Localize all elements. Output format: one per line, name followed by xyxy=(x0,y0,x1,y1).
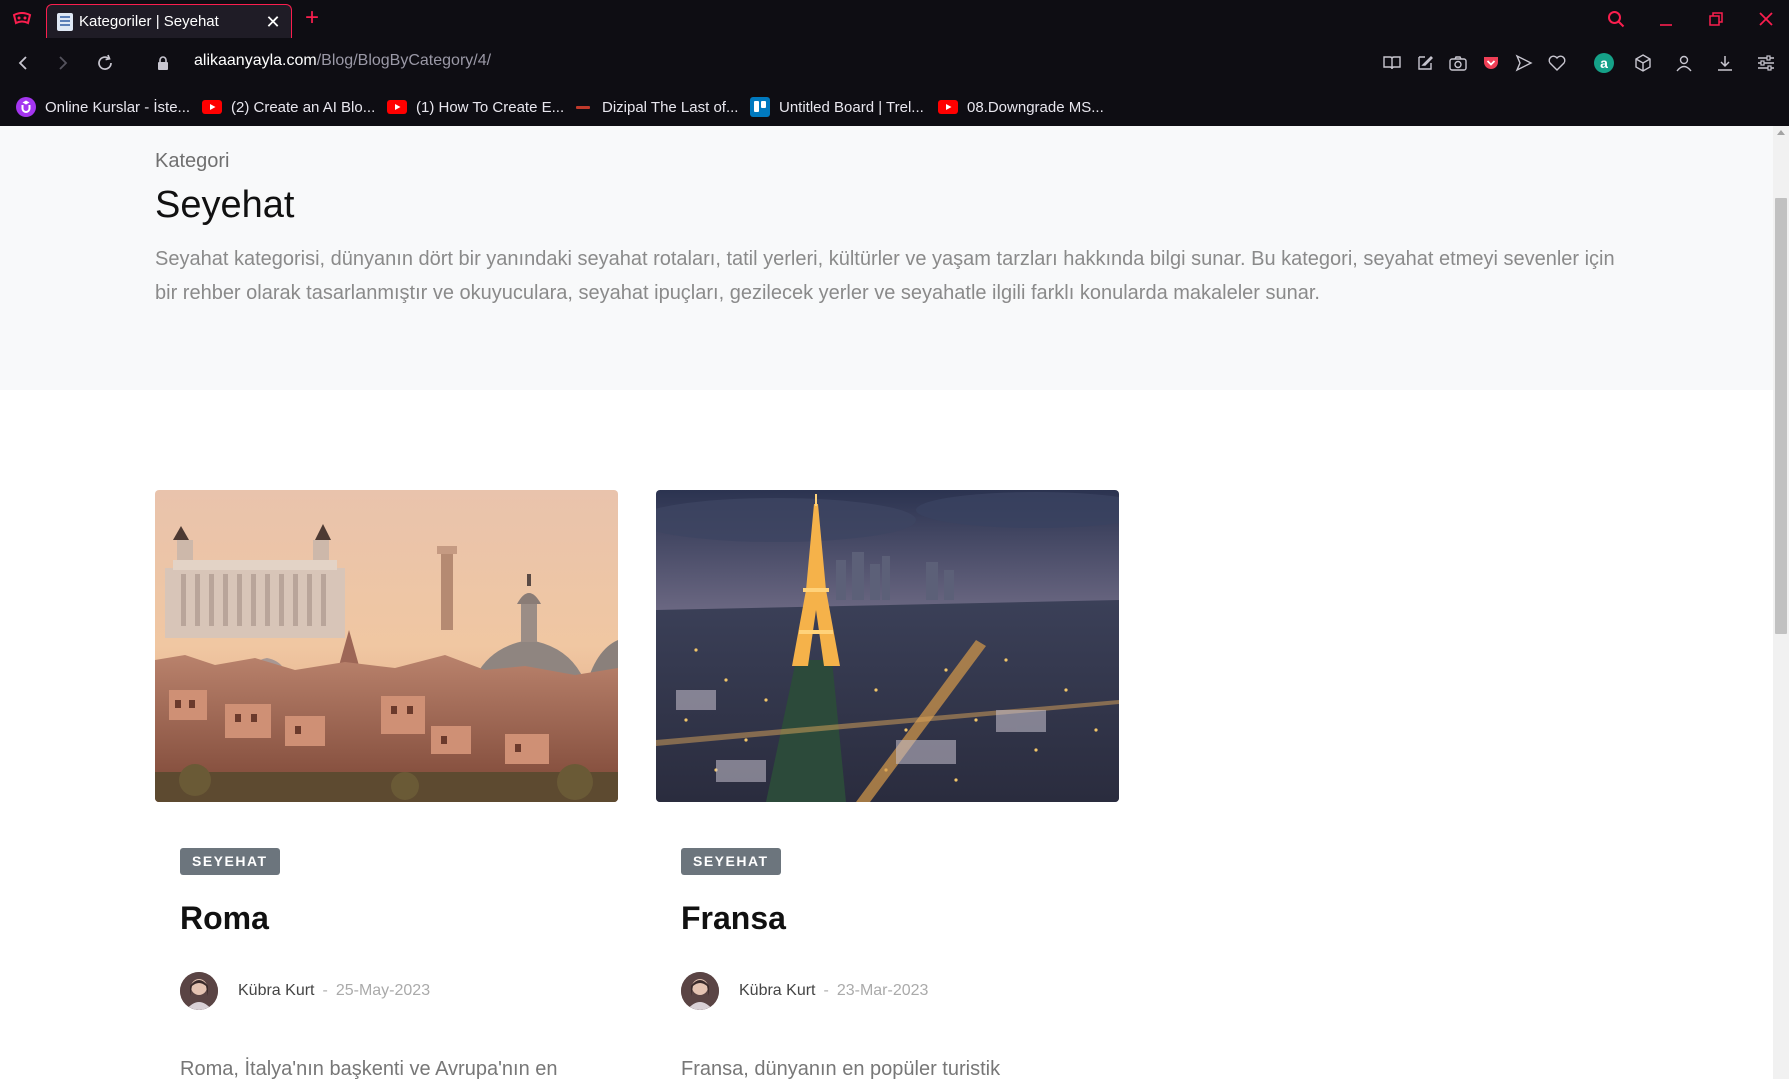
url-domain: alikaanyayla.com xyxy=(194,52,317,69)
edit-snapshot-icon[interactable] xyxy=(1413,51,1437,75)
post-excerpt: Fransa, dünyanın en popüler turistik xyxy=(681,1058,1001,1079)
author-name[interactable]: Kübra Kurt xyxy=(739,982,815,1000)
pocket-icon[interactable] xyxy=(1479,51,1503,75)
bookmark-item[interactable]: Untitled Board | Trel... xyxy=(750,94,924,120)
author-name[interactable]: Kübra Kurt xyxy=(238,982,314,1000)
meta-separator: - xyxy=(823,982,829,999)
opera-gx-logo-icon[interactable] xyxy=(12,9,32,29)
bookmark-label: 08.Downgrade MS... xyxy=(967,98,1104,116)
category-header: Kategori Seyehat Seyahat kategorisi, dün… xyxy=(0,126,1773,390)
download-icon[interactable] xyxy=(1713,51,1737,75)
browser-titlebar: Kategoriler | Seyehat ✕ + xyxy=(0,0,1789,38)
dizipal-icon xyxy=(573,97,593,117)
extensions-cube-icon[interactable] xyxy=(1631,51,1655,75)
post-card-fransa[interactable]: SEYEHAT Fransa Kübra Kurt - 23-Mar-2023 … xyxy=(656,490,1119,1079)
page-favicon-icon xyxy=(57,12,73,31)
bookmark-label: (2) Create an AI Blo... xyxy=(231,98,376,116)
minimize-icon[interactable] xyxy=(1653,6,1679,32)
tab-title: Kategoriler | Seyehat xyxy=(79,13,219,30)
url-field[interactable]: alikaanyayla.com/Blog/BlogByCategory/4/ xyxy=(194,52,491,70)
bookmark-item[interactable]: 08.Downgrade MS... xyxy=(938,94,1104,120)
author-avatar[interactable] xyxy=(180,972,218,1010)
lock-icon[interactable] xyxy=(150,50,176,76)
category-title: Seyehat xyxy=(155,184,295,226)
bookmark-item[interactable]: Dizipal The Last of... xyxy=(573,94,738,120)
post-image-rome[interactable] xyxy=(155,490,618,802)
reload-icon[interactable] xyxy=(92,50,118,76)
post-date: 25-May-2023 xyxy=(335,982,431,999)
author-avatar[interactable] xyxy=(681,972,719,1010)
post-title[interactable]: Fransa xyxy=(681,900,786,937)
url-path: /Blog/BlogByCategory/4/ xyxy=(316,52,492,69)
bookmark-item[interactable]: (1) How To Create E... xyxy=(387,94,564,120)
profile-icon[interactable] xyxy=(1672,51,1696,75)
active-tab[interactable]: Kategoriler | Seyehat ✕ xyxy=(46,4,292,38)
bookmark-item[interactable]: Online Kurslar - İste... xyxy=(16,94,190,120)
post-title[interactable]: Roma xyxy=(180,900,269,937)
page-viewport: Kategori Seyehat Seyahat kategorisi, dün… xyxy=(0,126,1773,1079)
youtube-icon xyxy=(202,97,222,117)
send-icon[interactable] xyxy=(1512,51,1536,75)
post-card-roma[interactable]: SEYEHAT Roma Kübra Kurt - 25-May-2023 Ro… xyxy=(155,490,618,1079)
bookmark-item[interactable]: (2) Create an AI Blo... xyxy=(202,94,375,120)
back-icon[interactable] xyxy=(10,50,36,76)
category-description: Seyahat kategorisi, dünyanın dört bir ya… xyxy=(155,248,1615,304)
reader-mode-icon[interactable] xyxy=(1380,51,1404,75)
youtube-icon xyxy=(387,97,407,117)
bookmark-label: (1) How To Create E... xyxy=(416,98,565,116)
bookmark-label: Untitled Board | Trel... xyxy=(779,98,924,116)
tab-close-icon[interactable]: ✕ xyxy=(265,13,281,31)
scroll-thumb[interactable] xyxy=(1775,198,1787,634)
udemy-icon xyxy=(16,97,36,117)
post-date: 23-Mar-2023 xyxy=(836,982,929,999)
grammarly-icon[interactable]: a xyxy=(1592,51,1616,75)
post-meta: Kübra Kurt - 25-May-2023 xyxy=(180,972,430,1010)
restore-icon[interactable] xyxy=(1703,6,1729,32)
svg-text:a: a xyxy=(1600,55,1608,71)
camera-icon[interactable] xyxy=(1446,51,1470,75)
address-bar: alikaanyayla.com/Blog/BlogByCategory/4/ … xyxy=(0,38,1789,88)
scroll-up-arrow-icon[interactable] xyxy=(1777,130,1785,135)
category-badge[interactable]: SEYEHAT xyxy=(180,848,280,875)
category-kicker: Kategori xyxy=(155,150,230,172)
bookmarks-bar: Online Kurslar - İste... (2) Create an A… xyxy=(0,88,1789,126)
post-excerpt: Roma, İtalya'nın başkenti ve Avrupa'nın … xyxy=(180,1058,558,1079)
bookmark-label: Online Kurslar - İste... xyxy=(45,98,191,116)
trello-icon xyxy=(750,97,770,117)
easy-setup-icon[interactable] xyxy=(1754,51,1778,75)
post-meta: Kübra Kurt - 23-Mar-2023 xyxy=(681,972,928,1010)
youtube-icon xyxy=(938,97,958,117)
category-badge[interactable]: SEYEHAT xyxy=(681,848,781,875)
heart-icon[interactable] xyxy=(1545,51,1569,75)
new-tab-button[interactable]: + xyxy=(300,4,324,32)
forward-icon[interactable] xyxy=(50,50,76,76)
close-window-icon[interactable] xyxy=(1753,6,1779,32)
post-image-paris[interactable] xyxy=(656,490,1119,802)
page-scrollbar[interactable] xyxy=(1773,126,1789,1079)
meta-separator: - xyxy=(322,982,328,999)
bookmark-label: Dizipal The Last of... xyxy=(602,98,739,116)
search-tabs-icon[interactable] xyxy=(1603,6,1629,32)
